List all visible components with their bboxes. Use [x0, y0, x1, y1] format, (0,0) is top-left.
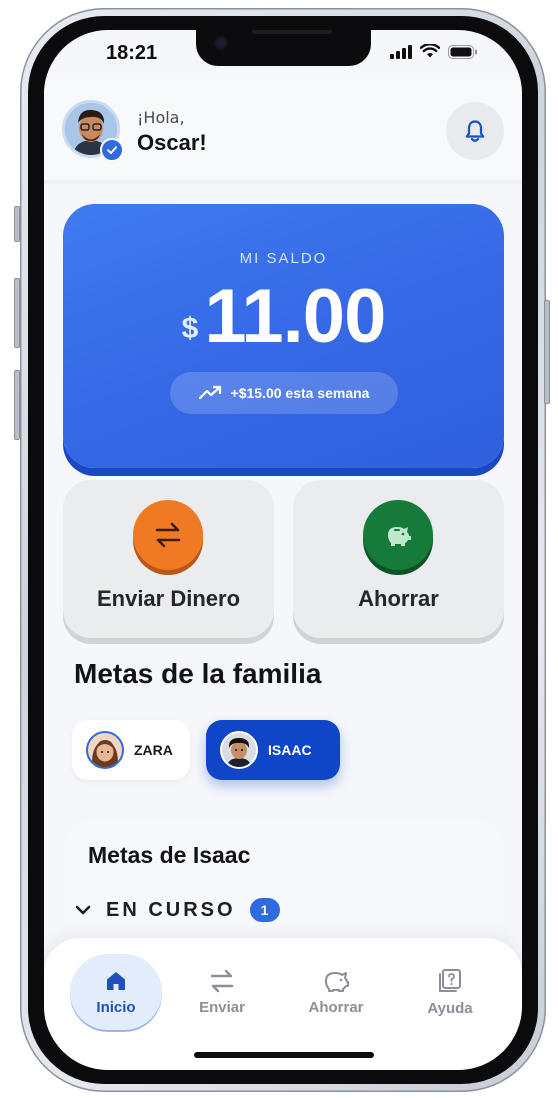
weekly-change-pill: +$15.00 esta semana	[170, 372, 398, 414]
save-icon-circle	[363, 500, 433, 570]
family-goals-title: Metas de la familia	[74, 658, 322, 689]
isaac-avatar	[220, 731, 258, 769]
tab-label-ayuda: Ayuda	[427, 999, 473, 1017]
member-chip-isaac[interactable]: ISAAC	[206, 720, 340, 780]
tab-inicio[interactable]: Inicio	[70, 954, 162, 1030]
bell-icon	[465, 120, 485, 142]
profile-avatar[interactable]	[62, 100, 124, 162]
tab-label-enviar: Enviar	[199, 998, 245, 1016]
tab-ayuda[interactable]: Ayuda	[404, 954, 496, 1030]
app-header: ¡Hola, Oscar!	[44, 78, 522, 184]
balance-label: MI SALDO	[239, 250, 328, 267]
member-name-isaac: ISAAC	[268, 742, 312, 758]
volume-up-button	[14, 278, 20, 348]
zara-avatar	[86, 731, 124, 769]
front-camera	[216, 38, 226, 48]
user-name: Oscar!	[137, 130, 207, 155]
balance-currency: $	[181, 312, 199, 345]
balance-value: 11.00	[204, 274, 386, 359]
balance-card: MI SALDO $ 11.00 +$15.00 esta semana	[63, 204, 504, 468]
save-label: Ahorrar	[358, 586, 439, 611]
in-progress-count-badge: 1	[249, 898, 280, 922]
tab-label-inicio: Inicio	[96, 998, 136, 1016]
member-name-zara: ZARA	[134, 742, 173, 758]
arrows-swap-icon	[155, 522, 181, 548]
weekly-change-text: +$15.00 esta semana	[230, 385, 370, 401]
power-button	[544, 300, 550, 404]
app-screen: 18:21 ¡Hola, Oscar! MI SALDO $ 11.00 +$1…	[44, 30, 522, 1070]
tab-ahorrar[interactable]: Ahorrar	[290, 954, 382, 1030]
volume-down-button	[14, 370, 20, 440]
notifications-button[interactable]	[446, 102, 504, 160]
in-progress-toggle[interactable]: EN CURSO 1	[74, 898, 280, 922]
save-button[interactable]: Ahorrar	[293, 480, 504, 638]
tab-enviar[interactable]: Enviar	[176, 954, 268, 1030]
help-icon	[439, 968, 461, 992]
send-money-button[interactable]: Enviar Dinero	[63, 480, 274, 638]
cellular-signal-icon	[390, 44, 412, 59]
battery-icon	[448, 44, 477, 59]
tab-label-ahorrar: Ahorrar	[308, 998, 364, 1016]
bottom-tab-bar: Inicio Enviar Ahorrar Ayuda	[44, 938, 522, 1070]
status-time: 18:21	[106, 42, 158, 64]
notch	[196, 30, 371, 66]
arrows-swap-icon	[210, 969, 234, 992]
home-icon	[107, 971, 125, 990]
chevron-down-icon	[75, 905, 91, 915]
home-indicator	[194, 1052, 374, 1058]
piggy-bank-icon	[325, 971, 349, 992]
member-goals-title: Metas de Isaac	[88, 842, 251, 868]
speaker	[252, 30, 332, 34]
verified-check-icon	[100, 138, 124, 162]
send-money-label: Enviar Dinero	[96, 586, 241, 611]
mute-switch	[14, 206, 20, 242]
piggy-bank-icon	[388, 527, 411, 546]
wifi-icon	[420, 44, 440, 58]
greeting-text: ¡Hola,	[137, 108, 185, 127]
status-icons	[390, 44, 478, 59]
send-icon-circle	[133, 500, 203, 570]
balance-amount: $ 11.00	[63, 276, 504, 358]
trending-up-icon	[198, 385, 221, 400]
in-progress-label: EN CURSO	[106, 898, 236, 921]
member-chip-zara[interactable]: ZARA	[72, 720, 190, 780]
